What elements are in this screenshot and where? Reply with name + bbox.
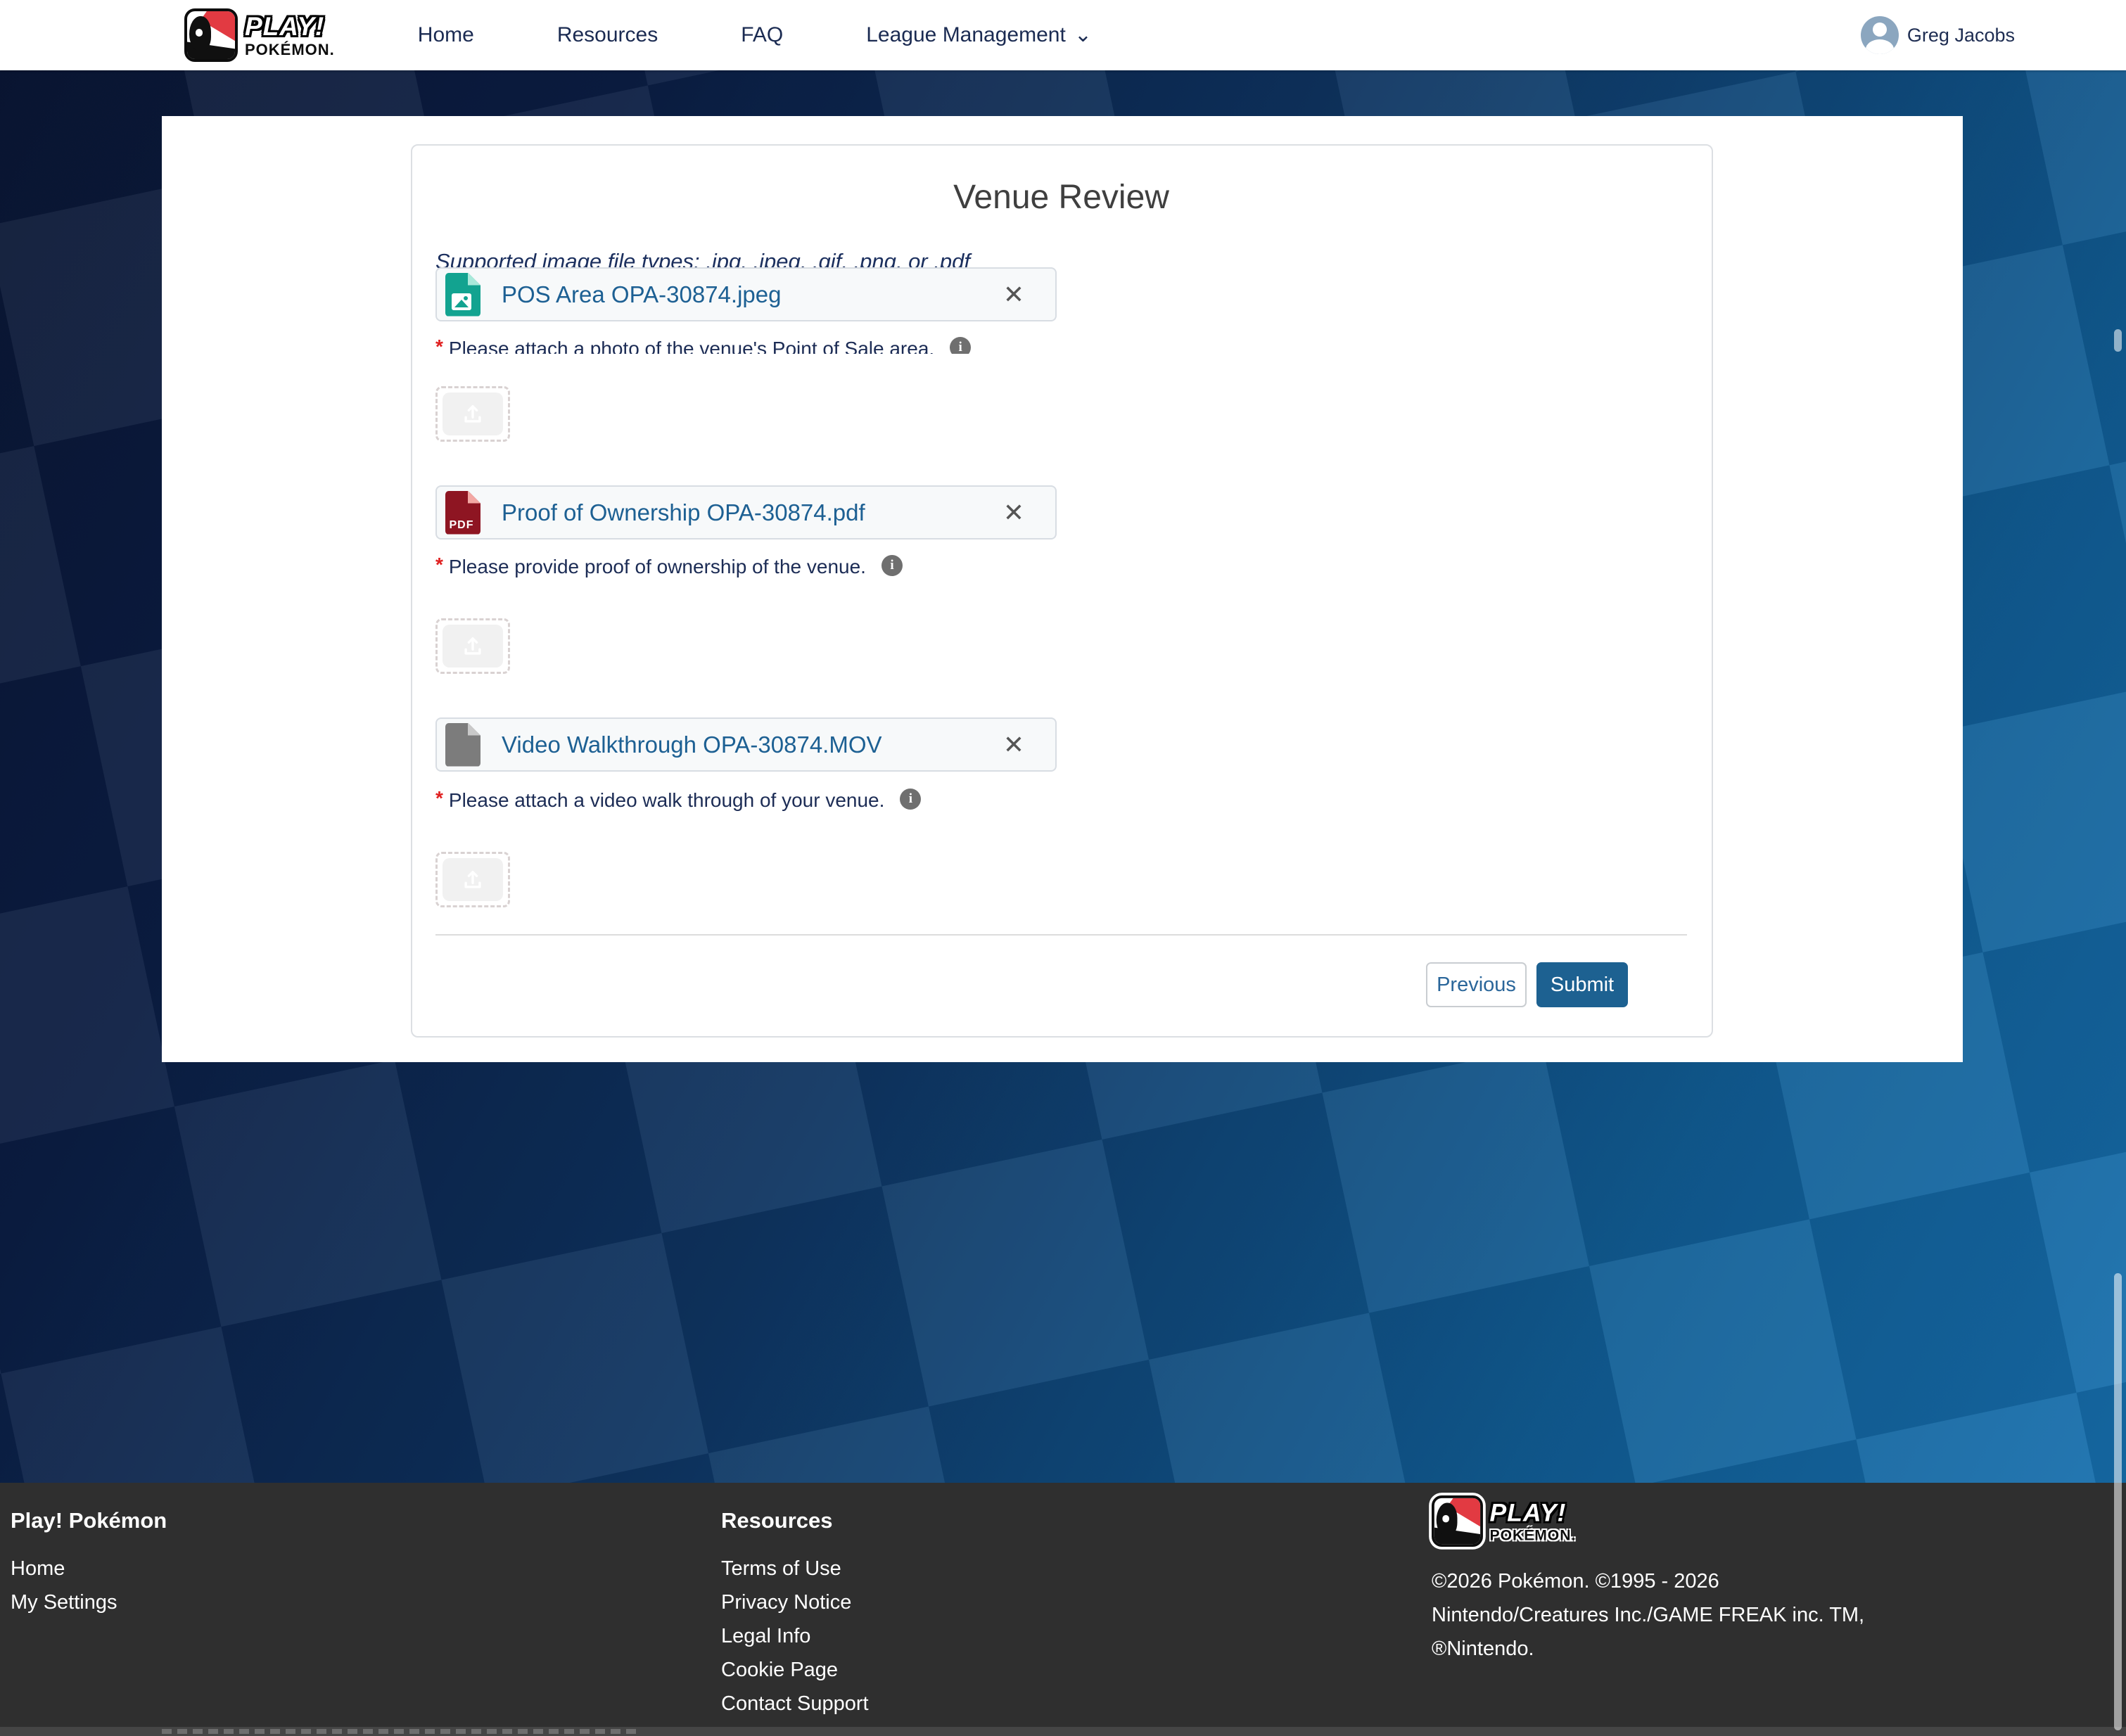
content-panel: Venue Review Supported image file types:…	[162, 116, 1963, 1062]
info-icon[interactable]: i	[900, 789, 921, 810]
image-file-icon	[445, 273, 480, 317]
user-menu[interactable]: Greg Jacobs	[1861, 0, 2015, 70]
nav-item-resources[interactable]: Resources	[557, 23, 658, 47]
close-icon[interactable]: ✕	[1003, 280, 1024, 309]
top-navigation: PLAY! POKÉMON. Home Resources FAQ League…	[0, 0, 2126, 70]
submit-button[interactable]: Submit	[1536, 962, 1628, 1007]
chevron-down-icon: ⌄	[1074, 29, 1092, 42]
required-asterisk: *	[435, 789, 443, 808]
attachment-link[interactable]: POS Area OPA-30874.jpeg	[502, 281, 781, 308]
upload-button	[443, 625, 503, 668]
previous-button[interactable]: Previous	[1426, 962, 1527, 1007]
close-icon[interactable]: ✕	[1003, 730, 1024, 760]
nav-item-faq[interactable]: FAQ	[741, 23, 783, 47]
upload-button	[443, 858, 503, 901]
upload-button	[443, 392, 503, 435]
attachment-label-row: * Please attach a video walk through of …	[435, 789, 1687, 812]
footer-link-cookie-page[interactable]: Cookie Page	[721, 1660, 869, 1680]
scrollbar-thumb[interactable]	[2114, 1273, 2122, 1730]
upload-icon	[461, 402, 485, 426]
scrollbar-thumb[interactable]	[2114, 329, 2122, 352]
user-avatar-icon	[1861, 16, 1899, 54]
info-icon[interactable]: i	[881, 555, 903, 576]
pokeball-logo-icon	[184, 8, 238, 62]
upload-icon	[461, 634, 485, 658]
attachment-label: Please provide proof of ownership of the…	[449, 555, 866, 579]
upload-dropzone[interactable]	[435, 618, 510, 674]
logo-play-text: PLAY!	[1490, 1500, 1577, 1525]
upload-dropzone[interactable]	[435, 386, 510, 442]
required-asterisk: *	[435, 555, 443, 575]
attachment-row: Video Walkthrough OPA-30874.MOV ✕	[435, 717, 1057, 772]
logo-pokemon-text: POKÉMON.	[1490, 1528, 1577, 1543]
copyright-line: ©2026 Pokémon. ©1995 - 2026	[1432, 1564, 1864, 1598]
footer-column-legal: PLAY! POKÉMON. ©2026 Pokémon. ©1995 - 20…	[1432, 1495, 1864, 1666]
logo-play-text: PLAY!	[245, 13, 335, 39]
footer-link-home[interactable]: Home	[11, 1559, 167, 1579]
venue-review-card: Venue Review Supported image file types:…	[411, 144, 1713, 1038]
attachment-label: Please attach a photo of the venue's Poi…	[449, 337, 934, 354]
form-divider	[435, 934, 1687, 936]
footer-link-contact-support[interactable]: Contact Support	[721, 1694, 869, 1714]
play-pokemon-logo[interactable]: PLAY! POKÉMON.	[184, 8, 335, 62]
logo-pokemon-text: POKÉMON.	[245, 42, 335, 58]
nav-item-league-management[interactable]: League Management ⌄	[866, 23, 1092, 47]
nav-item-home[interactable]: Home	[418, 23, 474, 47]
footer-heading: Play! Pokémon	[11, 1508, 167, 1533]
footer-link-terms-of-use[interactable]: Terms of Use	[721, 1559, 869, 1579]
pdf-icon-label: PDF	[445, 519, 478, 532]
copyright-line: ®Nintendo.	[1432, 1632, 1864, 1666]
page: PLAY! POKÉMON. Home Resources FAQ League…	[0, 0, 2126, 1736]
copyright-text: ©2026 Pokémon. ©1995 - 2026 Nintendo/Cre…	[1432, 1564, 1864, 1666]
footer-link-privacy-notice[interactable]: Privacy Notice	[721, 1593, 869, 1613]
attachment-link[interactable]: Video Walkthrough OPA-30874.MOV	[502, 732, 882, 758]
footer-play-pokemon-logo: PLAY! POKÉMON.	[1432, 1495, 1847, 1547]
pdf-file-icon: PDF	[445, 491, 480, 535]
required-asterisk: *	[435, 337, 443, 354]
attachment-label-row: * Please attach a photo of the venue's P…	[435, 337, 1687, 354]
file-icon	[445, 723, 480, 767]
nav-links: Home Resources FAQ League Management ⌄	[418, 23, 1092, 47]
upload-icon	[461, 868, 485, 892]
page-title: Venue Review	[435, 177, 1687, 218]
attachment-row: PDF Proof of Ownership OPA-30874.pdf ✕	[435, 485, 1057, 540]
pokeball-logo-icon	[1432, 1495, 1483, 1547]
attachment-label: Please attach a video walk through of yo…	[449, 789, 885, 812]
attachment-row: POS Area OPA-30874.jpeg ✕	[435, 267, 1057, 321]
footer: Play! Pokémon Home My Settings Resources…	[0, 1483, 2126, 1727]
footer-link-my-settings[interactable]: My Settings	[11, 1593, 167, 1613]
form-actions: Previous Submit	[435, 962, 1687, 1007]
footer-link-legal-info[interactable]: Legal Info	[721, 1626, 869, 1647]
bottom-strip	[0, 1727, 2126, 1736]
footer-column-resources: Resources Terms of Use Privacy Notice Le…	[721, 1508, 869, 1728]
copyright-line: Nintendo/Creatures Inc./GAME FREAK inc. …	[1432, 1598, 1864, 1632]
league-management-label: League Management	[866, 23, 1066, 47]
info-icon[interactable]: i	[950, 337, 971, 354]
attachment-label-row: * Please provide proof of ownership of t…	[435, 555, 1687, 579]
user-name: Greg Jacobs	[1907, 25, 2015, 46]
footer-heading: Resources	[721, 1508, 869, 1533]
upload-dropzone[interactable]	[435, 852, 510, 907]
attachment-link[interactable]: Proof of Ownership OPA-30874.pdf	[502, 499, 865, 526]
close-icon[interactable]: ✕	[1003, 498, 1024, 528]
footer-column-play-pokemon: Play! Pokémon Home My Settings	[11, 1508, 167, 1626]
